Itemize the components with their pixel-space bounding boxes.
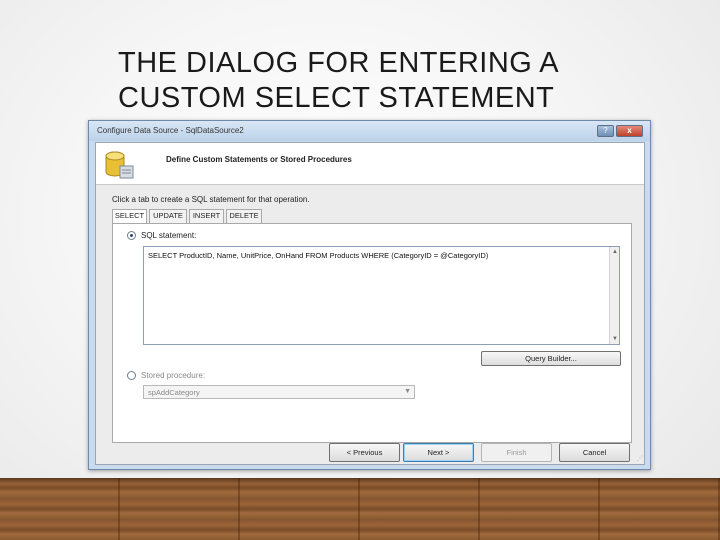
- sql-statement-label: SQL statement:: [141, 231, 197, 240]
- slide-title-line-2: CUSTOM SELECT STATEMENT: [118, 82, 555, 114]
- stored-procedure-radio[interactable]: [127, 371, 136, 380]
- tab-insert[interactable]: INSERT: [189, 209, 224, 223]
- stored-procedure-select[interactable]: spAddCategory ▼: [143, 385, 415, 399]
- scroll-down-arrow-icon[interactable]: ▼: [611, 335, 619, 343]
- tab-delete[interactable]: DELETE: [226, 209, 262, 223]
- dialog-header: Define Custom Statements or Stored Proce…: [96, 143, 644, 185]
- database-icon: [105, 151, 134, 179]
- scroll-up-arrow-icon[interactable]: ▲: [611, 248, 619, 256]
- dialog-titlebar[interactable]: Configure Data Source - SqlDataSource2 ?…: [89, 121, 650, 141]
- chevron-down-icon: ▼: [404, 388, 411, 395]
- sql-statement-radio[interactable]: [127, 231, 136, 240]
- tab-update[interactable]: UPDATE: [149, 209, 187, 223]
- cancel-button[interactable]: Cancel: [559, 443, 630, 462]
- stored-procedure-value: spAddCategory: [148, 388, 200, 397]
- configure-data-source-dialog: Configure Data Source - SqlDataSource2 ?…: [88, 120, 651, 470]
- floor-shadow: [0, 478, 720, 484]
- resize-grip-icon[interactable]: ⋰: [637, 455, 643, 462]
- sql-statement-textarea[interactable]: SELECT ProductID, Name, UnitPrice, OnHan…: [143, 246, 620, 345]
- select-tab-panel: SQL statement: SELECT ProductID, Name, U…: [112, 223, 632, 443]
- help-button[interactable]: ?: [597, 125, 614, 137]
- instruction-text: Click a tab to create a SQL statement fo…: [112, 195, 310, 204]
- header-title: Define Custom Statements or Stored Proce…: [166, 155, 352, 164]
- wood-floor-background: [0, 478, 720, 540]
- sql-scrollbar[interactable]: ▲ ▼: [609, 247, 619, 344]
- stored-procedure-label: Stored procedure:: [141, 371, 206, 380]
- previous-button[interactable]: < Previous: [329, 443, 400, 462]
- slide-title-line-1: THE DIALOG FOR ENTERING A: [118, 47, 560, 79]
- tab-select[interactable]: SELECT: [112, 209, 147, 224]
- dialog-client-area: Define Custom Statements or Stored Proce…: [95, 142, 645, 465]
- close-button[interactable]: x: [616, 125, 643, 137]
- query-builder-button[interactable]: Query Builder...: [481, 351, 621, 366]
- sql-statement-text: SELECT ProductID, Name, UnitPrice, OnHan…: [148, 251, 489, 260]
- next-button[interactable]: Next >: [403, 443, 474, 462]
- finish-button[interactable]: Finish: [481, 443, 552, 462]
- slide-title: THE DIALOG FOR ENTERING A CUSTOM SELECT …: [118, 46, 678, 116]
- dialog-window-title: Configure Data Source - SqlDataSource2: [97, 126, 244, 135]
